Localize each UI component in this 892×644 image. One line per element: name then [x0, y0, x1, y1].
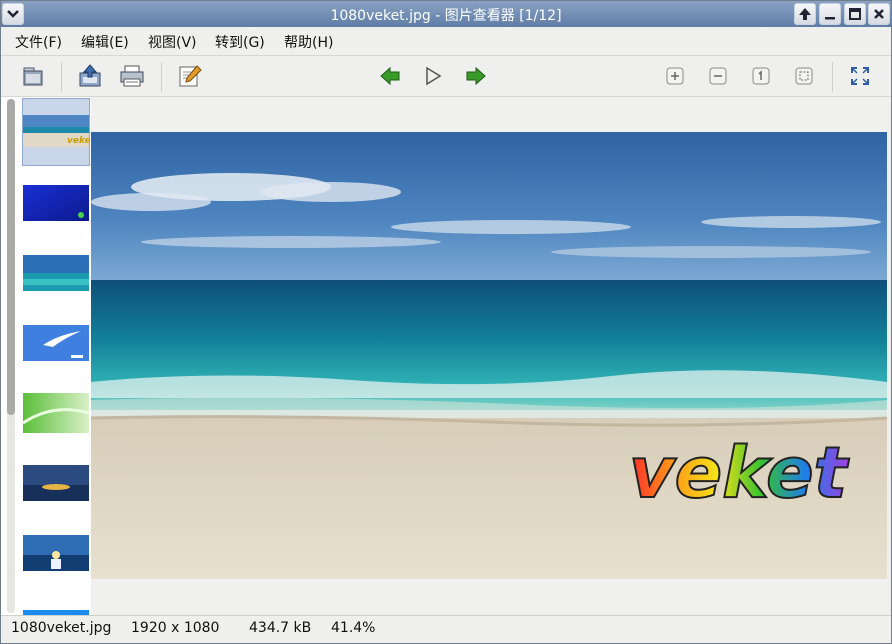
- title-bar[interactable]: 1080veket.jpg - 图片查看器 [1/12]: [1, 1, 891, 27]
- thumbnail-item[interactable]: [23, 393, 89, 433]
- toolbar-separator: [161, 62, 162, 92]
- menu-help[interactable]: 帮助(H): [284, 32, 333, 52]
- status-filesize: 434.7 kB: [249, 620, 312, 636]
- scrollbar-thumb[interactable]: [7, 99, 15, 415]
- thumbnail-item[interactable]: [23, 185, 89, 221]
- status-filename: 1080veket.jpg: [11, 620, 112, 636]
- zoom-out-icon[interactable]: [704, 62, 732, 90]
- edit-icon[interactable]: [176, 62, 204, 90]
- save-icon[interactable]: [76, 62, 104, 90]
- toolbar: [1, 56, 891, 97]
- open-folder-icon[interactable]: [19, 62, 47, 90]
- minimize-icon[interactable]: [819, 3, 841, 25]
- close-icon[interactable]: [868, 3, 890, 25]
- svg-text:veket: veket: [67, 136, 89, 146]
- displayed-image: veket: [91, 132, 887, 579]
- status-dimensions: 1920 x 1080: [131, 620, 220, 636]
- image-viewport[interactable]: veket: [91, 97, 889, 615]
- veket-watermark: veket: [629, 432, 850, 514]
- menu-bar: 文件(F) 编辑(E) 视图(V) 转到(G) 帮助(H): [1, 27, 891, 56]
- zoom-in-icon[interactable]: [661, 62, 689, 90]
- status-bar: 1080veket.jpg 1920 x 1080 434.7 kB 41.4%: [1, 615, 891, 643]
- thumbnail-item[interactable]: [23, 465, 89, 501]
- menu-file[interactable]: 文件(F): [15, 32, 62, 52]
- toolbar-separator: [832, 62, 833, 92]
- zoom-100-icon[interactable]: [747, 62, 775, 90]
- back-arrow-icon[interactable]: [376, 62, 404, 90]
- toolbar-separator: [61, 62, 62, 92]
- play-icon[interactable]: [419, 62, 447, 90]
- status-zoom: 41.4%: [331, 620, 376, 636]
- thumbnail-item[interactable]: veket: [22, 98, 90, 166]
- thumbnail-item[interactable]: [23, 255, 89, 291]
- window-title: 1080veket.jpg - 图片查看器 [1/12]: [330, 8, 562, 24]
- menu-edit[interactable]: 编辑(E): [81, 32, 129, 52]
- menu-view[interactable]: 视图(V): [148, 32, 197, 52]
- zoom-fit-icon[interactable]: [790, 62, 818, 90]
- menu-goto[interactable]: 转到(G): [215, 32, 265, 52]
- thumbnail-item[interactable]: [23, 535, 89, 571]
- up-arrow-icon[interactable]: [794, 3, 816, 25]
- maximize-icon[interactable]: [844, 3, 866, 25]
- image-viewer-window: 1080veket.jpg - 图片查看器 [1/12] 文件(F) 编辑(E)…: [0, 0, 892, 644]
- forward-arrow-icon[interactable]: [462, 62, 490, 90]
- thumbnail-item[interactable]: [23, 605, 89, 615]
- thumbnail-sidebar[interactable]: veket: [1, 97, 92, 615]
- print-icon[interactable]: [118, 62, 146, 90]
- thumbnail-scrollbar[interactable]: [7, 99, 15, 613]
- fullscreen-icon[interactable]: [846, 62, 874, 90]
- thumbnail-item[interactable]: [23, 325, 89, 361]
